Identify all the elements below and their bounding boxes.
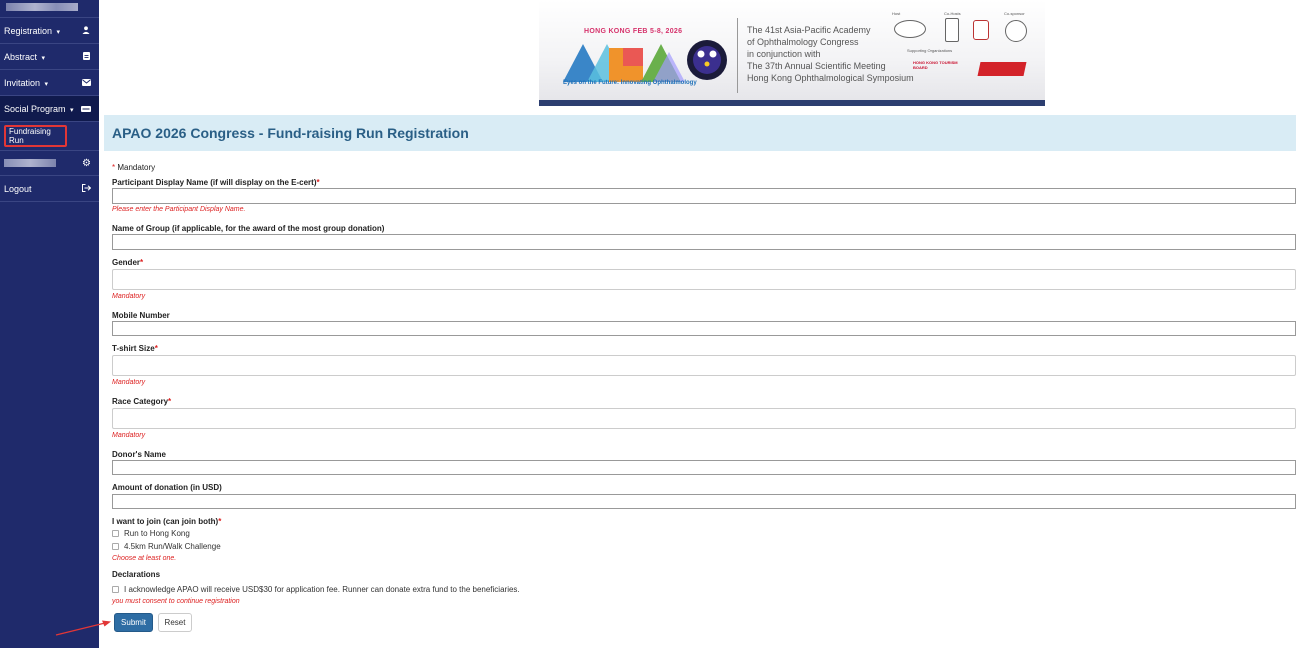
banner-line: The 41st Asia-Pacific Academy: [747, 25, 871, 35]
race-category-select[interactable]: [112, 408, 1296, 429]
congress-banner: HONG KONG FEB 5-8, 2026 Eyes on the Futu…: [539, 0, 1045, 106]
donation-amount-input[interactable]: [112, 494, 1296, 509]
document-icon: [81, 51, 91, 62]
join-error: Choose at least one.: [112, 555, 177, 562]
declaration-consent[interactable]: I acknowledge APAO will receive USD$30 f…: [112, 585, 520, 594]
sidebar-item-label: Abstract: [4, 51, 38, 62]
reset-button[interactable]: Reset: [158, 613, 192, 632]
card-icon: [81, 104, 91, 114]
blurred-username: [4, 159, 56, 167]
declarations-label: Declarations: [112, 570, 161, 579]
banner-congress-text: The 41st Asia-Pacific Academy of Ophthal…: [747, 24, 914, 84]
group-name-label: Name of Group (if applicable, for the aw…: [112, 224, 385, 233]
join-option-run-walk-challenge[interactable]: 4.5km Run/Walk Challenge: [112, 542, 221, 551]
sidebar-item-social-program[interactable]: Social Program ▾: [0, 96, 99, 122]
join-option-run-to-hong-kong[interactable]: Run to Hong Kong: [112, 529, 190, 538]
sidebar-user-settings[interactable]: ⚙: [0, 150, 99, 176]
sidebar-item-label: Logout: [4, 183, 32, 194]
cosponsor-label: Co-sponsor: [1004, 11, 1025, 16]
page-title: APAO 2026 Congress - Fund-raising Run Re…: [112, 125, 469, 141]
tshirt-error: Mandatory: [112, 379, 146, 386]
banner-date: HONG KONG FEB 5-8, 2026: [584, 28, 683, 35]
chevron-down-icon: ▾: [70, 106, 74, 114]
sidebar-blurred-header: [0, 0, 99, 18]
sidebar-item-abstract[interactable]: Abstract ▾: [0, 44, 99, 70]
banner-line: in conjunction with: [747, 49, 821, 59]
supporting-label: Supporting Organizations: [907, 48, 953, 53]
host-label: Host: [892, 11, 901, 16]
host-logo: [894, 20, 926, 38]
declaration-error: you must consent to continue registratio…: [112, 598, 240, 605]
mobile-input[interactable]: [112, 321, 1296, 336]
race-category-error: Mandatory: [112, 432, 146, 439]
user-icon: [81, 25, 91, 36]
race-category-label: Race Category*: [112, 397, 172, 406]
sidebar-item-invitation[interactable]: Invitation ▾: [0, 70, 99, 96]
checkbox-label: 4.5km Run/Walk Challenge: [124, 542, 221, 551]
gear-icon[interactable]: ⚙: [82, 158, 91, 169]
join-label: I want to join (can join both)*: [112, 517, 222, 526]
envelope-icon: [81, 78, 91, 88]
checkbox[interactable]: [112, 586, 119, 593]
cohosts-label: Co-Hosts: [944, 11, 961, 16]
mandatory-note: * Mandatory: [112, 163, 156, 172]
checkbox[interactable]: [112, 530, 119, 537]
sidebar: Registration ▾ Abstract ▾ Invitation ▾ S…: [0, 0, 99, 648]
page-title-bar: APAO 2026 Congress - Fund-raising Run Re…: [104, 115, 1296, 151]
banner-divider: [737, 18, 738, 93]
display-name-error: Please enter the Participant Display Nam…: [112, 206, 246, 213]
cosponsor-logo: [1005, 20, 1027, 42]
donation-amount-label: Amount of donation (in USD): [112, 483, 222, 492]
sidebar-item-label: Registration: [4, 25, 53, 36]
banner-line: The 37th Annual Scientific Meeting: [747, 61, 886, 71]
donor-name-input[interactable]: [112, 460, 1296, 475]
banner-line: of Ophthalmology Congress: [747, 37, 859, 47]
display-name-input[interactable]: [112, 188, 1296, 204]
checkbox-label: I acknowledge APAO will receive USD$30 f…: [124, 585, 520, 594]
mobile-label: Mobile Number: [112, 311, 170, 320]
cohost-logo-2: [973, 20, 989, 40]
cohost-logo-1: [945, 18, 959, 42]
supporting-org-logo: [977, 62, 1027, 76]
tshirt-select[interactable]: [112, 355, 1296, 376]
sidebar-item-registration[interactable]: Registration ▾: [0, 18, 99, 44]
fundraising-run-link[interactable]: Fundraising Run: [4, 125, 67, 147]
sidebar-item-logout[interactable]: Logout: [0, 176, 99, 202]
banner-tagline: Eyes on the Future: Innovating Ophthalmo…: [563, 80, 697, 86]
gender-select[interactable]: [112, 269, 1296, 290]
sidebar-subitem-fundraising-run[interactable]: Fundraising Run: [0, 122, 99, 150]
logout-icon: [81, 183, 91, 194]
checkbox-label: Run to Hong Kong: [124, 529, 190, 538]
gender-error: Mandatory: [112, 293, 146, 300]
checkbox[interactable]: [112, 543, 119, 550]
gender-label: Gender*: [112, 258, 144, 267]
sidebar-item-label: Social Program: [4, 103, 66, 114]
chevron-down-icon: ▾: [44, 80, 49, 88]
apao-logo: [563, 40, 727, 82]
chevron-down-icon: ▾: [56, 28, 61, 36]
donor-name-label: Donor's Name: [112, 450, 166, 459]
submit-button[interactable]: Submit: [114, 613, 153, 632]
annotation-arrow-icon: [55, 620, 111, 636]
banner-line: Hong Kong Ophthalmological Symposium: [747, 73, 914, 83]
tshirt-label: T-shirt Size*: [112, 344, 158, 353]
chevron-down-icon: ▾: [41, 54, 46, 62]
display-name-label: Participant Display Name (if will displa…: [112, 178, 320, 187]
sidebar-item-label: Invitation: [4, 77, 41, 88]
group-name-input[interactable]: [112, 234, 1296, 250]
hktb-logo: HONG KONG TOURISM BOARD: [913, 60, 958, 70]
